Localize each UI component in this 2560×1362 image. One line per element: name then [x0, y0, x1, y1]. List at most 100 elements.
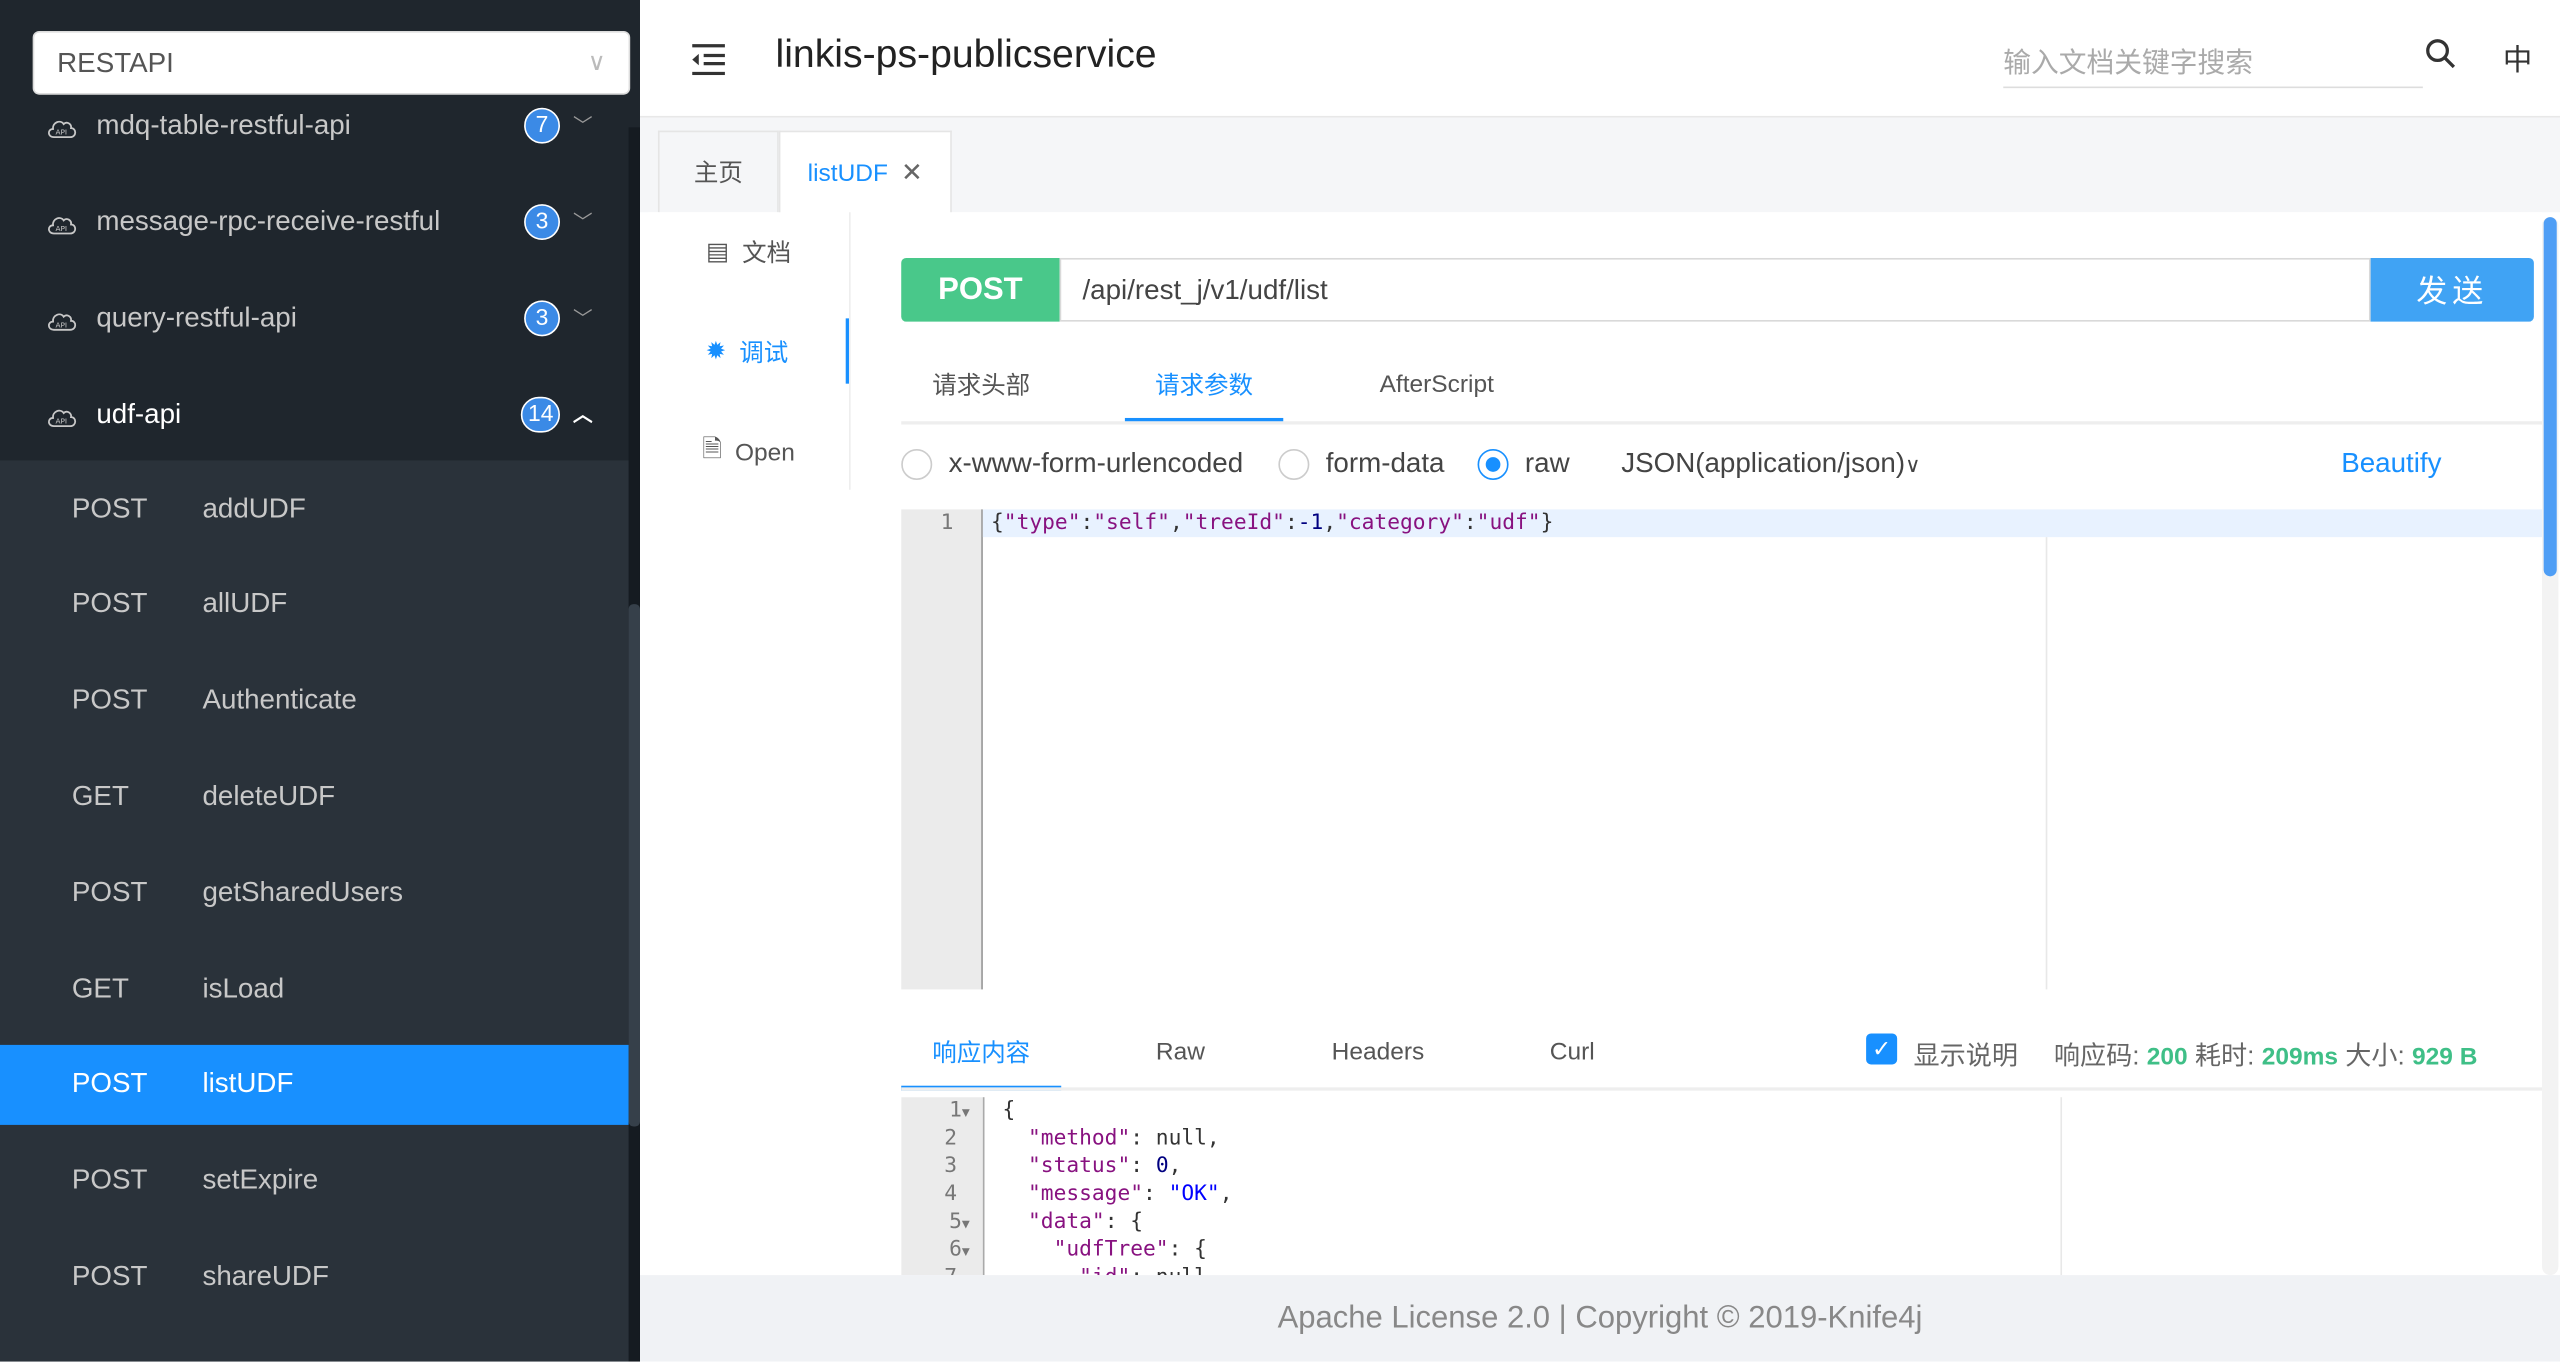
cloud-api-icon: API	[46, 402, 79, 427]
count-badge: 3	[524, 299, 560, 336]
request-body-editor[interactable]: 1 {"type":"self","treeId":-1,"category":…	[901, 509, 2543, 990]
content-type-select[interactable]: JSON(application/json)∨	[1621, 447, 1920, 480]
bug-icon: ✹	[705, 337, 727, 366]
line-number: 1▼	[949, 1098, 970, 1124]
sidebar-item-listUDF[interactable]: POST listUDF	[0, 1044, 629, 1125]
method-label: POST	[71, 1164, 148, 1196]
endpoint-label: Authenticate	[202, 684, 357, 716]
beautify-button[interactable]: Beautify	[2341, 447, 2441, 480]
sidebar: API mdq-table-restful-api 7 ﹀ API message-rpc…	[0, 0, 640, 1362]
url-input[interactable]: /api/rest_j/v1/udf/list	[1059, 257, 2371, 322]
nav-label: Open	[734, 438, 795, 467]
tab-headers[interactable]: Headers	[1313, 1017, 1444, 1086]
radio-label: x-www-form-urlencoded	[948, 447, 1244, 479]
sidebar-item-shareUDF[interactable]: POST shareUDF	[0, 1237, 629, 1317]
tab-label: listUDF	[807, 159, 888, 187]
method-label: POST	[71, 1260, 148, 1292]
radio-raw[interactable]	[1477, 448, 1509, 480]
count-badge: 7	[524, 106, 560, 143]
code-label: 响应码:	[2053, 1043, 2140, 1072]
group-select[interactable]: RESTAPI ∨	[32, 31, 631, 95]
response-body-code: { "method": null, "status": 0, "message"…	[1002, 1098, 1233, 1275]
tab-request-params[interactable]: 请求参数	[1124, 349, 1284, 423]
cloud-api-icon: API	[46, 210, 79, 234]
group-label: mdq-table-restful-api	[96, 108, 351, 140]
tab-listudf[interactable]: listUDF ✕	[778, 130, 952, 214]
radio-label: form-data	[1325, 447, 1445, 479]
sidebar-item-setExpire[interactable]: POST setExpire	[0, 1141, 629, 1221]
sidebar-item-addUDF[interactable]: POST addUDF	[0, 469, 629, 549]
show-desc-checkbox[interactable]: ✓	[1866, 1033, 1898, 1065]
tab-request-headers[interactable]: 请求头部	[901, 349, 1061, 418]
tab-raw[interactable]: Raw	[1127, 1017, 1235, 1086]
radio-urlencoded[interactable]	[901, 448, 933, 480]
show-desc-label: 显示说明	[1913, 1043, 2018, 1072]
chevron-up-icon[interactable]: ︿	[573, 400, 593, 428]
menu-fold-icon[interactable]	[689, 42, 728, 76]
method-label: POST	[71, 876, 148, 908]
line-number: 6▼	[949, 1237, 970, 1263]
line-number: 3	[944, 1154, 958, 1179]
editor-gutter	[901, 509, 983, 990]
tab-response-content[interactable]: 响应内容	[901, 1019, 1062, 1091]
divider	[901, 421, 2543, 425]
sidebar-scrollbar-thumb[interactable]	[628, 604, 640, 1127]
sidebar-item-deleteUDF[interactable]: GET deleteUDF	[0, 757, 629, 837]
chevron-down-icon[interactable]: ﹀	[573, 207, 593, 235]
file-icon: 🗎	[702, 435, 722, 463]
svg-text:API: API	[56, 127, 68, 136]
sidebar-group-message-rpc-receive-restful[interactable]: API message-rpc-receive-restful 3 ﹀	[0, 173, 629, 269]
chevron-down-icon[interactable]: ﹀	[573, 111, 593, 139]
cloud-api-icon: API	[46, 113, 79, 138]
nav-debug[interactable]: ✹ 调试	[648, 318, 849, 384]
group-label: udf-api	[96, 397, 182, 429]
request-body-code: {"type":"self","treeId":-1,"category":"u…	[991, 511, 1554, 536]
svg-text:API: API	[56, 416, 68, 425]
response-editor[interactable]: 1▼2 3 4 5▼6▼7 { "method": null, "status"…	[901, 1097, 2542, 1276]
chevron-down-icon[interactable]: ﹀	[573, 304, 593, 332]
content-scrollbar-thumb[interactable]	[2543, 217, 2557, 577]
svg-text:API: API	[56, 223, 68, 232]
method-label: POST	[71, 588, 148, 620]
language-toggle[interactable]: 中	[2503, 38, 2532, 80]
search-input[interactable]: 输入文档关键字搜索	[2003, 29, 2423, 89]
send-button[interactable]: 发送	[2370, 257, 2534, 322]
tab-home[interactable]: 主页	[657, 130, 779, 213]
sidebar-group-query-restful-api[interactable]: API query-restful-api 3 ﹀	[0, 269, 629, 365]
line-number: 1	[940, 511, 954, 536]
radio-label: raw	[1524, 447, 1570, 479]
method-label: POST	[71, 684, 148, 716]
radio-form-data[interactable]	[1278, 448, 1310, 480]
endpoint-label: isLoad	[202, 972, 285, 1004]
endpoint-label: listUDF	[202, 1068, 294, 1100]
svg-text:API: API	[56, 320, 68, 329]
tab-label: 主页	[693, 159, 743, 188]
sidebar-item-isLoad[interactable]: GET isLoad	[0, 949, 629, 1029]
tab-afterscript[interactable]: AfterScript	[1355, 349, 1518, 418]
document-icon: ▤	[705, 238, 730, 267]
tab-curl[interactable]: Curl	[1527, 1017, 1618, 1086]
endpoint-label: addUDF	[202, 492, 306, 524]
chevron-down-icon: ∨	[1905, 452, 1921, 477]
sidebar-item-allUDF[interactable]: POST allUDF	[0, 565, 629, 645]
count-badge: 14	[521, 395, 560, 432]
sidebar-group-udf-api[interactable]: API udf-api 14 ︿	[0, 366, 629, 462]
nav-doc[interactable]: ▤ 文档	[648, 219, 849, 284]
divider	[848, 212, 851, 490]
group-label: message-rpc-receive-restful	[96, 204, 441, 236]
search-icon[interactable]	[2424, 38, 2457, 71]
status-code: 200	[2146, 1043, 2188, 1072]
sidebar-item-Authenticate[interactable]: POST Authenticate	[0, 661, 629, 741]
response-size: 929 B	[2412, 1043, 2478, 1072]
method-label: GET	[71, 972, 129, 1004]
nav-open[interactable]: 🗎 Open	[648, 420, 849, 485]
time-label: 耗时:	[2194, 1043, 2255, 1072]
sidebar-item-getSharedUsers[interactable]: POST getSharedUsers	[0, 853, 629, 933]
nav-label: 文档	[742, 239, 792, 267]
method-label: POST	[71, 492, 148, 524]
close-icon[interactable]: ✕	[901, 157, 923, 190]
endpoint-label: shareUDF	[202, 1260, 329, 1292]
response-time: 209ms	[2261, 1043, 2338, 1072]
endpoint-label: setExpire	[202, 1164, 319, 1196]
method-label: POST	[71, 1068, 148, 1100]
